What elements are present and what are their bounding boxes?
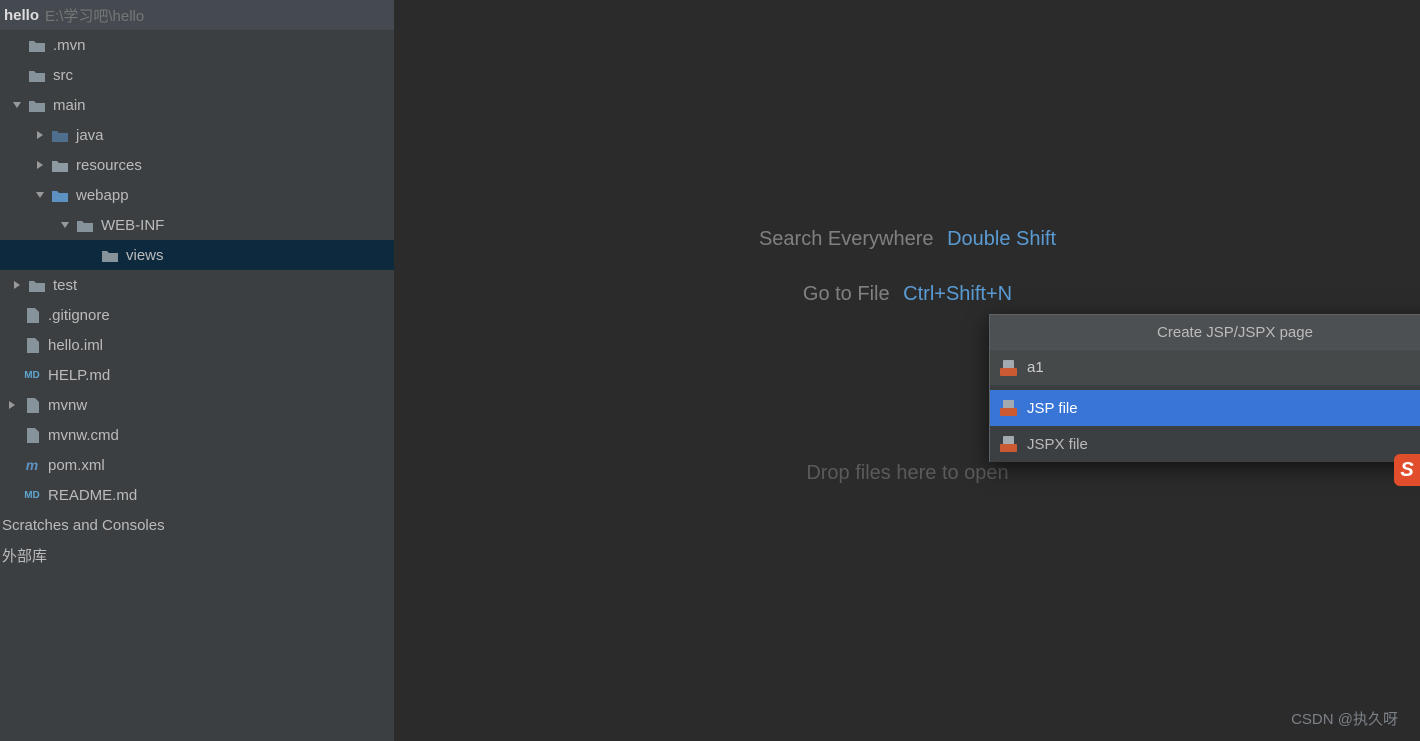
tree-label: mvnw.cmd: [48, 427, 119, 444]
folder-icon: [28, 67, 46, 83]
tree-label: src: [53, 67, 73, 84]
popup-item-label: JSPX file: [1027, 436, 1088, 453]
chevron-right-icon: [10, 278, 24, 292]
hint-search-everywhere: Search Everywhere Double Shift: [759, 228, 1056, 251]
hint-label: Search Everywhere: [759, 228, 934, 250]
tree-node-mvnwcmd[interactable]: mvnw.cmd: [0, 420, 394, 450]
project-sidebar: hello E:\学习吧\hello .mvn src main java re…: [0, 0, 395, 741]
tree-label: mvnw: [48, 397, 87, 414]
jsp-file-icon: [1000, 400, 1017, 416]
popup-title: Create JSP/JSPX page: [990, 315, 1420, 349]
tree-node-main[interactable]: main: [0, 90, 394, 120]
jspx-file-icon: [1000, 436, 1017, 452]
tree-label: HELP.md: [48, 367, 110, 384]
tree-label: test: [53, 277, 77, 294]
popup-item-jspx-file[interactable]: JSPX file: [990, 426, 1420, 462]
markdown-file-icon: MD: [23, 367, 41, 383]
tree-node-java[interactable]: java: [0, 120, 394, 150]
tree-node-mvnw[interactable]: mvnw: [0, 390, 394, 420]
tree-node-webapp[interactable]: webapp: [0, 180, 394, 210]
tree-label: main: [53, 97, 86, 114]
drop-files-hint: Drop files here to open: [395, 462, 1420, 485]
tree-node-helpmd[interactable]: MD HELP.md: [0, 360, 394, 390]
jsp-file-icon: [1000, 360, 1017, 376]
cmd-file-icon: [23, 427, 41, 443]
create-jsp-popup: Create JSP/JSPX page JSP file JSPX file: [989, 314, 1420, 462]
popup-item-label: JSP file: [1027, 400, 1078, 417]
chevron-right-icon: [33, 128, 47, 142]
tree-label: .mvn: [53, 37, 86, 54]
chevron-down-icon: [33, 188, 47, 202]
tree-node-views[interactable]: views: [0, 240, 394, 270]
iml-file-icon: [23, 337, 41, 353]
tree-node-gitignore[interactable]: .gitignore: [0, 300, 394, 330]
script-file-icon: [23, 397, 41, 413]
tree-label: views: [126, 247, 164, 264]
tree-node-helloiml[interactable]: hello.iml: [0, 330, 394, 360]
tree-node-external-libs[interactable]: 外部库: [0, 540, 394, 570]
resources-folder-icon: [51, 157, 69, 173]
tree-node-resources[interactable]: resources: [0, 150, 394, 180]
folder-icon: [28, 97, 46, 113]
hint-label: Go to File: [803, 283, 890, 305]
tree-label: pom.xml: [48, 457, 105, 474]
tree-label: WEB-INF: [101, 217, 164, 234]
gitignore-file-icon: [23, 307, 41, 323]
tree-label: Scratches and Consoles: [2, 517, 165, 534]
chevron-down-icon: [10, 98, 24, 112]
hint-shortcut: Double Shift: [947, 228, 1056, 250]
tree-label: README.md: [48, 487, 137, 504]
tree-node-webinf[interactable]: WEB-INF: [0, 210, 394, 240]
tree-label: webapp: [76, 187, 129, 204]
popup-item-jsp-file[interactable]: JSP file: [990, 390, 1420, 426]
tree-node-scratches[interactable]: Scratches and Consoles: [0, 510, 394, 540]
folder-icon: [28, 277, 46, 293]
project-root[interactable]: hello E:\学习吧\hello: [0, 0, 394, 30]
chevron-right-icon: [5, 398, 19, 412]
tree-node-src[interactable]: src: [0, 60, 394, 90]
project-name: hello: [4, 7, 39, 24]
csdn-watermark: CSDN @执久呀: [1291, 708, 1398, 729]
popup-input-row[interactable]: [990, 349, 1420, 385]
tree-label: resources: [76, 157, 142, 174]
hint-shortcut: Ctrl+Shift+N: [903, 283, 1012, 305]
chevron-right-icon: [33, 158, 47, 172]
editor-empty-area: Search Everywhere Double Shift Go to Fil…: [395, 0, 1420, 741]
tree-node-test[interactable]: test: [0, 270, 394, 300]
project-path: E:\学习吧\hello: [45, 5, 144, 26]
chevron-down-icon: [58, 218, 72, 232]
tree-label: 外部库: [2, 545, 47, 566]
filename-input[interactable]: [1027, 359, 1420, 376]
tree-node-pomxml[interactable]: m pom.xml: [0, 450, 394, 480]
markdown-file-icon: MD: [23, 487, 41, 503]
tree-node-readmemd[interactable]: MD README.md: [0, 480, 394, 510]
hint-goto-file: Go to File Ctrl+Shift+N: [803, 283, 1012, 306]
source-folder-icon: [51, 127, 69, 143]
tree-label: java: [76, 127, 104, 144]
side-plugin-label: S: [1400, 459, 1413, 482]
tree-node-mvn[interactable]: .mvn: [0, 30, 394, 60]
folder-icon: [76, 217, 94, 233]
tree-label: .gitignore: [48, 307, 110, 324]
folder-icon: [28, 37, 46, 53]
side-plugin-tab[interactable]: S: [1394, 454, 1420, 486]
tree-label: hello.iml: [48, 337, 103, 354]
web-folder-icon: [51, 187, 69, 203]
maven-file-icon: m: [23, 457, 41, 473]
folder-icon: [101, 247, 119, 263]
